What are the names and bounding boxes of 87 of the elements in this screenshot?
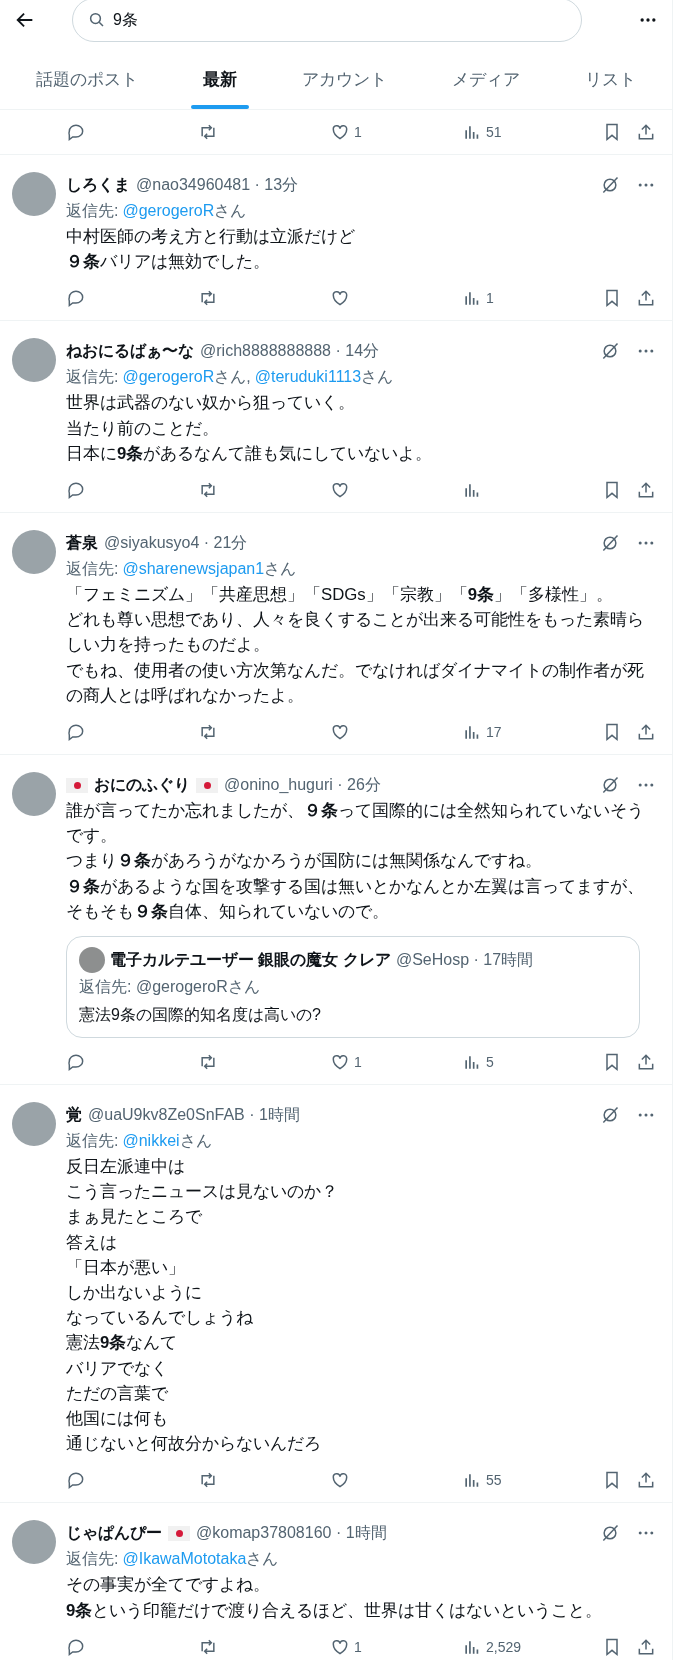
post-text: でもね、使用者の使い方次第なんだ。でなければダイナマイトの制作者が死の商人とは呼ばれなかったよ。 xyxy=(66,659,645,707)
post-text: 他国には何も xyxy=(66,1408,169,1431)
slashed-circle-icon[interactable] xyxy=(600,775,620,796)
user-name[interactable]: しろくま xyxy=(66,174,130,196)
like-button[interactable]: 1 xyxy=(330,1636,462,1657)
tab[interactable]: 話題のポスト xyxy=(24,54,150,109)
post-text: 中村医師の考え方と行動は立派だけど xyxy=(66,226,356,248)
user-handle[interactable]: @nao34960481 · 13分 xyxy=(136,174,299,196)
slashed-circle-icon[interactable] xyxy=(600,1523,620,1544)
avatar-photo[interactable] xyxy=(12,530,56,574)
honorific-text: さん xyxy=(179,1132,212,1150)
share-icon[interactable] xyxy=(636,122,656,142)
user-handle[interactable]: @uaU9kv8Ze0SnFAB · 1時間 xyxy=(88,1104,300,1126)
reply-label: 返信先: xyxy=(66,1550,119,1568)
reply-label: 返信先: xyxy=(66,202,119,219)
post-text: その事実が全てですよね。 xyxy=(66,1574,271,1597)
avatar-photo xyxy=(79,947,105,974)
post-text: 日本に9条があるなんて誰も気にしていないよ。 xyxy=(66,442,434,465)
post-text: 憲法9条なんて xyxy=(66,1332,179,1355)
avatar-photo[interactable] xyxy=(12,338,56,383)
honorific-text: さん, xyxy=(214,368,251,386)
post-text: バリアでなく xyxy=(66,1357,169,1380)
user-handle[interactable]: @siyakusyo4 · 21分 xyxy=(104,532,248,554)
post-text: ９条があるような国を攻撃する国は無いとかなんとか左翼は言ってますが、そもそも９条自体、知られていないので。 xyxy=(66,875,645,923)
slashed-circle-icon[interactable] xyxy=(600,175,620,195)
views-button[interactable]: 51 xyxy=(462,122,502,142)
user-name: 電子カルテユーザー 銀眼の魔女 クレア xyxy=(110,950,391,971)
post-text: こう言ったニュースは見ないのか？ xyxy=(66,1181,339,1204)
post-text: 9条という印籠だけで渡り合えるほど、世界は甘くはないということ。 xyxy=(66,1599,604,1622)
tab[interactable]: メディア xyxy=(440,54,532,109)
reply-label: 返信先: @gerogeroRさん xyxy=(79,977,261,998)
post-text: なっているんでしょうね xyxy=(66,1307,254,1330)
views-button[interactable]: 55 xyxy=(462,1470,502,1491)
post-text: ただの言葉で xyxy=(66,1382,169,1405)
search-field[interactable]: 9条 xyxy=(72,0,582,42)
tab[interactable]: アカウント xyxy=(290,54,399,109)
avatar-photo[interactable] xyxy=(12,172,56,216)
reply-label: 返信先: xyxy=(66,368,119,386)
user-name[interactable]: ねおにるばぁ〜な xyxy=(66,340,194,362)
user-name[interactable]: じゃぱんぴー xyxy=(66,1523,162,1544)
post-text: 「日本が悪い」 xyxy=(66,1256,186,1279)
like-button[interactable]: 1 xyxy=(330,1052,462,1073)
slashed-circle-icon[interactable] xyxy=(600,1105,620,1126)
views-button[interactable]: 2,529 xyxy=(462,1636,522,1657)
heart-icon xyxy=(330,480,350,500)
reply-label: 返信先: xyxy=(66,560,119,577)
post-text: 憲法9条の国際的知名度は高いの? xyxy=(79,1005,322,1026)
tab[interactable]: 最新 xyxy=(191,54,249,109)
user-handle[interactable]: @rich8888888888 · 14分 xyxy=(200,340,380,362)
post-text: つまり９条があろうがなかろうが国防には無関係なんですね。 xyxy=(66,850,543,873)
user-name[interactable]: おにのふぐり xyxy=(94,774,190,796)
post-text: 世界は武器のない奴から狙っていく。 xyxy=(66,392,356,415)
slashed-circle-icon[interactable] xyxy=(600,533,620,553)
post-text: 通じないと何故分からないんだろ xyxy=(66,1433,322,1456)
user-handle[interactable]: @onino_huguri · 26分 xyxy=(224,774,381,796)
reply-label: 返信先: xyxy=(66,1132,119,1150)
tab-indicator xyxy=(191,105,249,109)
avatar-photo[interactable] xyxy=(12,1520,56,1565)
heart-icon xyxy=(330,122,350,142)
like-button[interactable]: 1 xyxy=(330,122,462,142)
honorific-text: さん xyxy=(361,368,394,386)
views-button[interactable]: 5 xyxy=(462,1052,494,1073)
share-icon[interactable] xyxy=(636,480,656,500)
post-text: まぁ見たところで xyxy=(66,1206,203,1229)
post-text: 反日左派連中は xyxy=(66,1156,186,1179)
post-text: 「フェミニズム」「共産思想」「SDGs」「宗教」「9条」「多様性」。 xyxy=(66,584,615,606)
post-text: ９条バリアは無効でした。 xyxy=(66,251,271,274)
user-handle: @SeHosp · 17時間 xyxy=(395,950,534,971)
user-handle[interactable]: @komap37808160 · 1時間 xyxy=(196,1523,387,1544)
search-icon xyxy=(88,11,106,29)
quoted-post[interactable]: 電子カルテユーザー 銀眼の魔女 クレア @SeHosp · 17時間 返信先: @gerogeroRさん 憲法9条の国際的知名度は高いの? xyxy=(66,936,640,1039)
honorific-text: さん xyxy=(214,202,247,219)
post-text: 答えは xyxy=(66,1231,118,1254)
avatar-photo[interactable] xyxy=(12,772,56,817)
post-text: どれも尊い思想であり、人々を良くすることが出来る可能性をもった素晴らしい力を持ったものだよ。 xyxy=(66,609,645,657)
views-button[interactable]: 1 xyxy=(462,288,494,309)
post-text: しか出ないように xyxy=(66,1282,203,1305)
post-text: 当たり前のことだ。 xyxy=(66,417,220,440)
slashed-circle-icon[interactable] xyxy=(600,341,620,362)
avatar-photo[interactable] xyxy=(12,1102,56,1147)
tab[interactable]: リスト xyxy=(573,54,648,109)
user-name[interactable]: 覚 xyxy=(66,1104,82,1126)
post-text: 誰が言ってたか忘れましたが、９条って国際的には全然知られていないそうです。 xyxy=(66,800,645,848)
views-button[interactable]: 17 xyxy=(462,722,502,743)
honorific-text: さん xyxy=(264,560,297,577)
user-name[interactable]: 蒼泉 xyxy=(66,532,98,554)
honorific-text: さん xyxy=(246,1550,279,1568)
